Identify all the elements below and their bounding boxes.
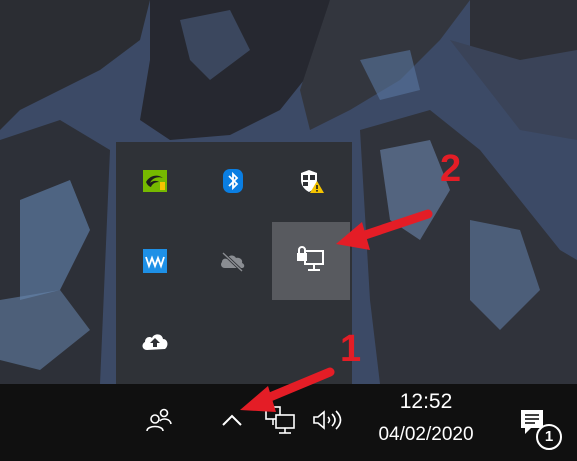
nvidia-icon bbox=[143, 169, 167, 197]
tray-item-onedrive[interactable] bbox=[194, 224, 272, 302]
tray-item-network-lock[interactable] bbox=[272, 222, 350, 300]
people-icon bbox=[145, 407, 173, 438]
onedrive-icon bbox=[218, 250, 248, 277]
step-number-2: 2 bbox=[440, 148, 462, 190]
tray-item-bluetooth[interactable] bbox=[194, 144, 272, 222]
tray-item-waves-maxxaudio[interactable] bbox=[116, 224, 194, 302]
bluetooth-icon bbox=[223, 168, 243, 198]
show-hidden-icons-button[interactable] bbox=[212, 402, 252, 442]
windows-security-icon bbox=[298, 168, 324, 199]
notification-count-badge: 1 bbox=[536, 424, 562, 450]
tray-item-nvidia[interactable] bbox=[116, 144, 194, 222]
tray-item-cloud-upload[interactable] bbox=[116, 304, 194, 382]
network-button[interactable] bbox=[260, 400, 300, 444]
network-lock-icon bbox=[296, 245, 326, 278]
taskbar-clock[interactable]: 12:52 04/02/2020 bbox=[360, 390, 492, 447]
cloud-upload-icon bbox=[140, 330, 170, 357]
clock-time: 12:52 bbox=[399, 390, 453, 413]
tray-item-windows-security[interactable] bbox=[272, 144, 350, 222]
volume-icon bbox=[311, 408, 345, 437]
volume-button[interactable] bbox=[306, 402, 350, 442]
people-button[interactable] bbox=[138, 398, 180, 446]
waves-maxxaudio-icon bbox=[143, 248, 167, 278]
clock-date: 04/02/2020 bbox=[378, 424, 474, 445]
network-icon bbox=[264, 405, 296, 440]
chevron-up-icon bbox=[221, 413, 243, 432]
step-number-1: 1 bbox=[340, 328, 362, 370]
tray-overflow-flyout bbox=[116, 142, 352, 384]
